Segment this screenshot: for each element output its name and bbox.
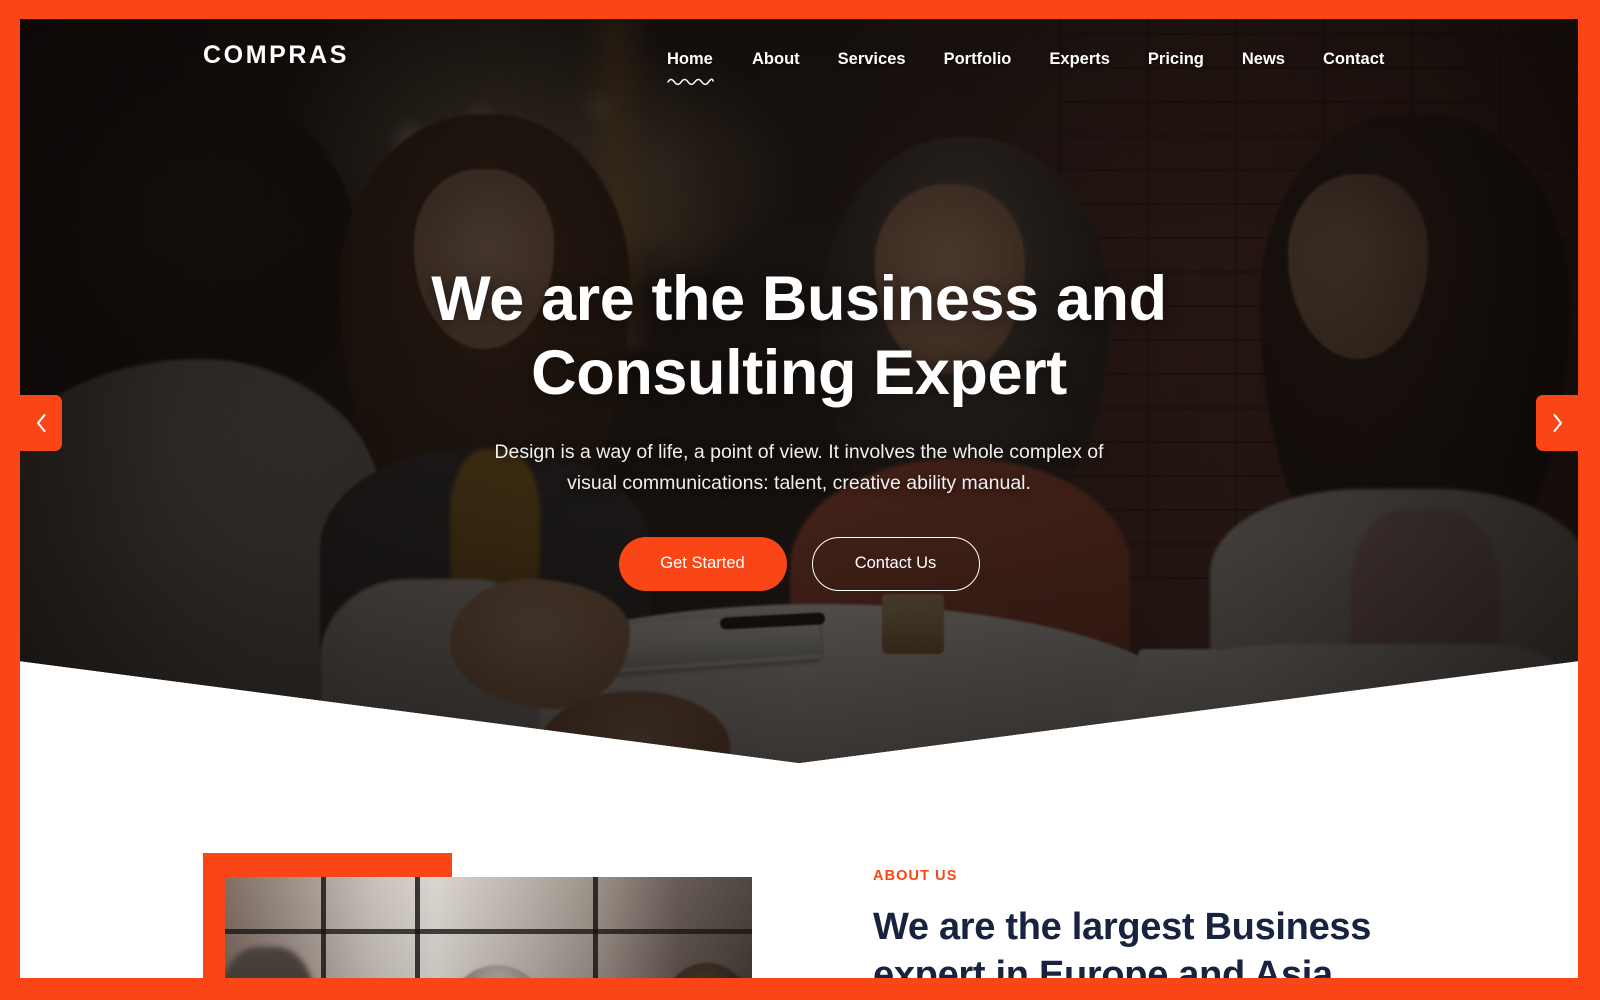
nav-item-about[interactable]: About (733, 45, 819, 73)
site-logo[interactable]: COMPRAS (203, 41, 349, 70)
carousel-prev-button[interactable] (20, 395, 62, 451)
active-wave-underline-icon (667, 78, 714, 85)
nav-item-home-label: Home (667, 50, 713, 68)
hero-subtitle: Design is a way of life, a point of view… (494, 441, 1104, 495)
nav-item-home[interactable]: Home (648, 45, 733, 85)
nav-item-contact[interactable]: Contact (1304, 45, 1403, 73)
about-window-mullion-3 (593, 877, 598, 978)
nav-links: Home About Services Portfolio Experts Pr… (648, 45, 1403, 85)
hero-title: We are the Business and Consulting Exper… (431, 264, 1167, 408)
nav-item-services[interactable]: Services (819, 45, 925, 73)
contact-us-button[interactable]: Contact Us (811, 536, 980, 591)
about-photo (225, 877, 752, 978)
about-kicker: ABOUT US (873, 868, 958, 884)
nav-item-portfolio[interactable]: Portfolio (925, 45, 1031, 73)
page-root: COMPRAS Home About Services Portfolio Ex… (0, 0, 1600, 1000)
nav-item-pricing[interactable]: Pricing (1129, 45, 1223, 73)
about-window-mullion-h (225, 929, 752, 934)
about-text-block: ABOUT US We are the largest Business exp… (873, 868, 1513, 978)
about-window-mullion-1 (321, 877, 326, 978)
carousel-next-button[interactable] (1536, 395, 1578, 451)
page-frame-inner: COMPRAS Home About Services Portfolio Ex… (20, 19, 1578, 978)
nav-item-news[interactable]: News (1223, 45, 1304, 73)
main-navigation: COMPRAS Home About Services Portfolio Ex… (20, 19, 1578, 99)
about-window-mullion-2 (415, 877, 420, 978)
hero-content: We are the Business and Consulting Exper… (20, 19, 1578, 763)
about-figure (203, 853, 752, 978)
about-section: ABOUT US We are the largest Business exp… (20, 763, 1578, 978)
nav-item-experts[interactable]: Experts (1030, 45, 1129, 73)
get-started-button[interactable]: Get Started (618, 536, 787, 591)
chevron-left-icon (36, 414, 45, 432)
hero-section: COMPRAS Home About Services Portfolio Ex… (20, 19, 1578, 763)
chevron-right-icon (1553, 414, 1562, 432)
hero-button-group: Get Started Contact Us (618, 536, 980, 591)
about-title: We are the largest Business expert in Eu… (873, 906, 1372, 978)
